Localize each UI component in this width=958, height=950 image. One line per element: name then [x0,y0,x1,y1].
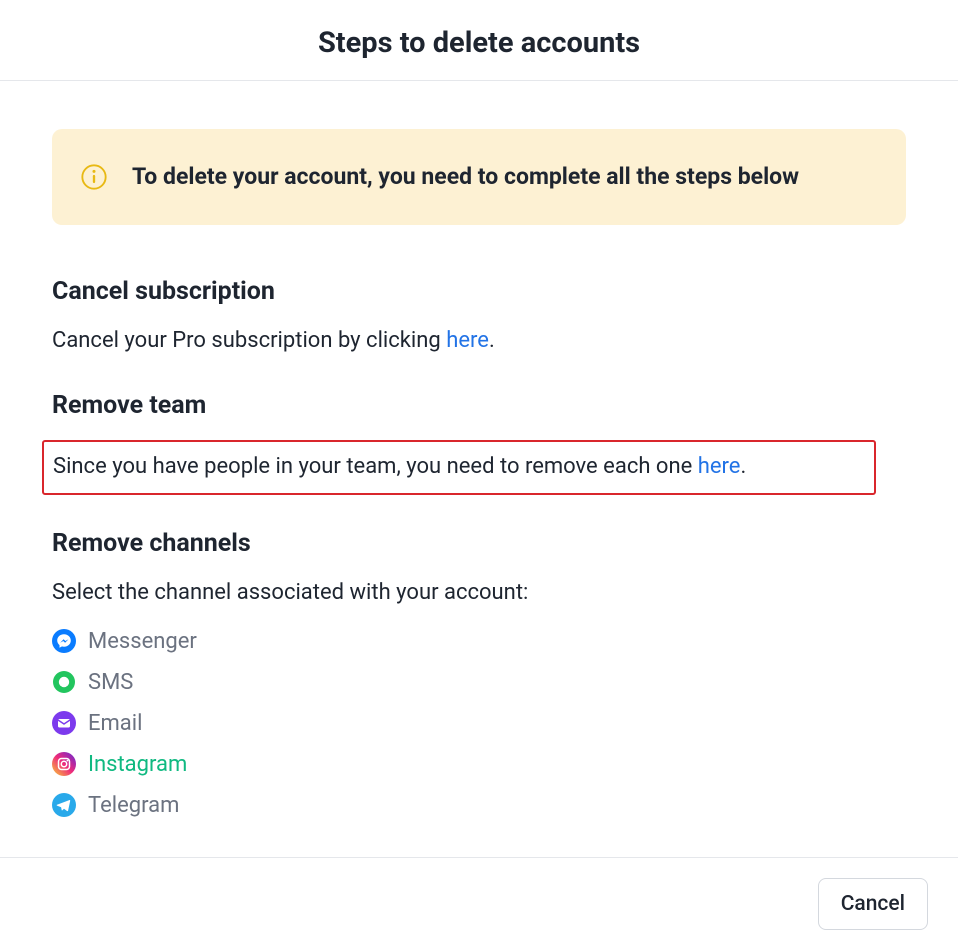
telegram-icon [52,793,76,817]
remove-team-text-before: Since you have people in your team, you … [53,454,698,479]
section-text-cancel-subscription: Cancel your Pro subscription by clicking… [52,326,906,357]
delete-accounts-modal: Steps to delete accounts To delete your … [0,0,958,950]
cancel-subscription-text-before: Cancel your Pro subscription by clicking [52,328,446,353]
channel-label-sms: SMS [88,670,133,695]
remove-team-text-after: . [740,454,746,479]
section-text-remove-channels: Select the channel associated with your … [52,578,906,609]
section-title-remove-channels: Remove channels [52,529,906,558]
modal-title: Steps to delete accounts [20,26,938,60]
instagram-icon [52,752,76,776]
channel-label-messenger: Messenger [88,629,197,654]
section-text-remove-team: Since you have people in your team, you … [53,452,864,483]
channel-item-sms[interactable]: SMS [52,662,906,703]
channel-label-email: Email [88,711,142,736]
modal-footer: Cancel [0,857,958,950]
section-remove-channels: Remove channels Select the channel assoc… [52,529,906,826]
alert-box: To delete your account, you need to comp… [52,129,906,225]
messenger-icon [52,629,76,653]
channel-list: Messenger SMS [52,621,906,826]
modal-header: Steps to delete accounts [0,0,958,81]
cancel-button[interactable]: Cancel [818,878,928,930]
channel-label-telegram: Telegram [88,793,179,818]
section-remove-team: Remove team [52,391,906,420]
channel-item-messenger[interactable]: Messenger [52,621,906,662]
section-title-cancel-subscription: Cancel subscription [52,277,906,306]
section-cancel-subscription: Cancel subscription Cancel your Pro subs… [52,277,906,357]
email-icon [52,711,76,735]
modal-body: To delete your account, you need to comp… [0,81,958,857]
info-icon [80,163,108,191]
channel-label-instagram: Instagram [88,752,187,777]
cancel-subscription-link[interactable]: here [446,328,489,353]
channel-item-instagram[interactable]: Instagram [52,744,906,785]
channel-item-email[interactable]: Email [52,703,906,744]
section-title-remove-team: Remove team [52,391,906,420]
channel-item-telegram[interactable]: Telegram [52,785,906,826]
remove-team-link[interactable]: here [698,454,741,479]
highlight-remove-team: Since you have people in your team, you … [42,440,876,495]
alert-text: To delete your account, you need to comp… [132,161,799,193]
sms-icon [52,670,76,694]
cancel-subscription-text-after: . [489,328,495,353]
